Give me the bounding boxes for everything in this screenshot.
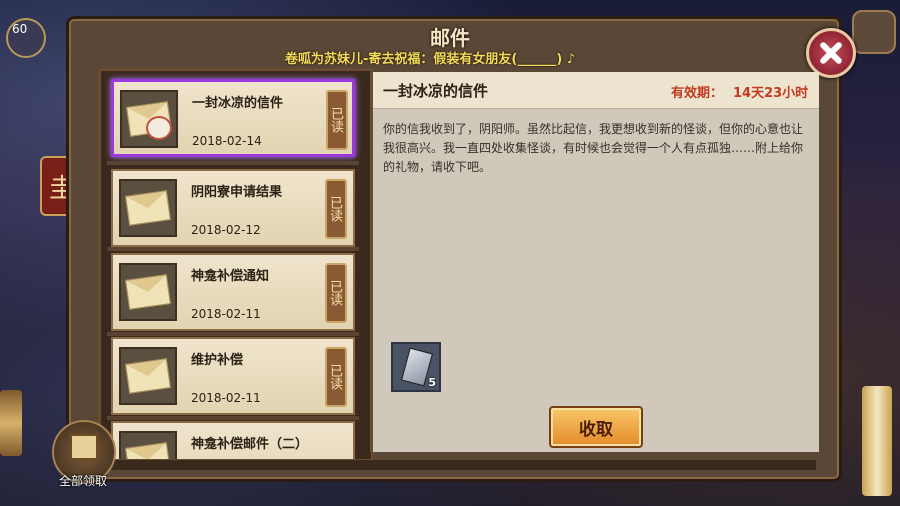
mail-subject: 一封冰凉的信件 (192, 96, 284, 111)
claim-button[interactable]: 收取 (549, 406, 643, 448)
mail-date: 2018-02-11 (191, 307, 261, 321)
mail-item[interactable]: 神龛补偿通知 2018-02-11 已读 (111, 253, 355, 331)
gift-envelope-icon (120, 90, 178, 148)
list-divider (107, 161, 359, 165)
status-bar (120, 0, 780, 14)
chat-menu-button[interactable] (852, 10, 896, 54)
read-status-tag: 已读 (325, 179, 347, 239)
mail-item[interactable]: 神龛补偿邮件（二） (111, 421, 355, 459)
attachment-slot[interactable]: 5 (391, 342, 441, 392)
player-level-badge[interactable]: 60 (6, 18, 46, 58)
close-button[interactable] (806, 28, 856, 78)
read-status-tag: 已读 (325, 347, 347, 407)
gift-box-icon (70, 434, 98, 460)
bottom-frame (98, 460, 816, 470)
detail-header: 一封冰凉的信件 有效期： 14天23小时 (373, 72, 819, 109)
scroll-decoration-right-icon (862, 386, 892, 496)
list-divider (107, 247, 359, 251)
envelope-icon (119, 347, 177, 405)
claim-all-label: 全部领取 (58, 474, 107, 488)
mail-date: 2018-02-11 (191, 391, 261, 405)
player-level: 60 (12, 22, 28, 36)
mail-item[interactable]: 阴阳寮申请结果 2018-02-12 已读 (111, 169, 355, 247)
dialog-title: 邮件 (430, 26, 470, 50)
mail-list: 一封冰凉的信件 2018-02-14 已读 阴阳寮申请结果 2018-02-12… (98, 68, 374, 462)
mail-subject: 维护补偿 (191, 353, 244, 368)
broadcast-marquee: 卷呱为苏妹儿-寄去祝福：假装有女朋友(______) ♪ (285, 52, 576, 67)
mail-subject: 阴阳寮申请结果 (191, 185, 283, 200)
mail-subject: 神龛补偿通知 (191, 269, 270, 284)
list-divider (107, 332, 359, 336)
mail-subject: 神龛补偿邮件（二） (191, 437, 309, 452)
envelope-icon (119, 431, 177, 459)
detail-body: 你的信我收到了，阴阳师。虽然比起信，我更想收到新的怪谈，但你的心意也让我很高兴。… (383, 122, 804, 174)
read-status-tag: 已读 (326, 90, 348, 150)
mail-date: 2018-02-14 (192, 134, 262, 148)
mail-date: 2018-02-12 (191, 223, 261, 237)
attachment-count: 5 (428, 376, 436, 389)
scroll-decoration-icon (0, 390, 22, 456)
mail-detail: 一封冰凉的信件 有效期： 14天23小时 你的信我收到了，阴阳师。虽然比起信，我… (370, 72, 819, 452)
validity-label: 有效期： (671, 86, 724, 101)
read-status-tag: 已读 (325, 263, 347, 323)
list-divider (107, 416, 359, 420)
detail-subject: 一封冰凉的信件 (383, 82, 489, 100)
mail-item[interactable]: 维护补偿 2018-02-11 已读 (111, 337, 355, 415)
envelope-icon (119, 263, 177, 321)
mail-item[interactable]: 一封冰凉的信件 2018-02-14 已读 (111, 79, 355, 157)
validity-value: 14天23小时 (733, 86, 809, 101)
envelope-icon (119, 179, 177, 237)
